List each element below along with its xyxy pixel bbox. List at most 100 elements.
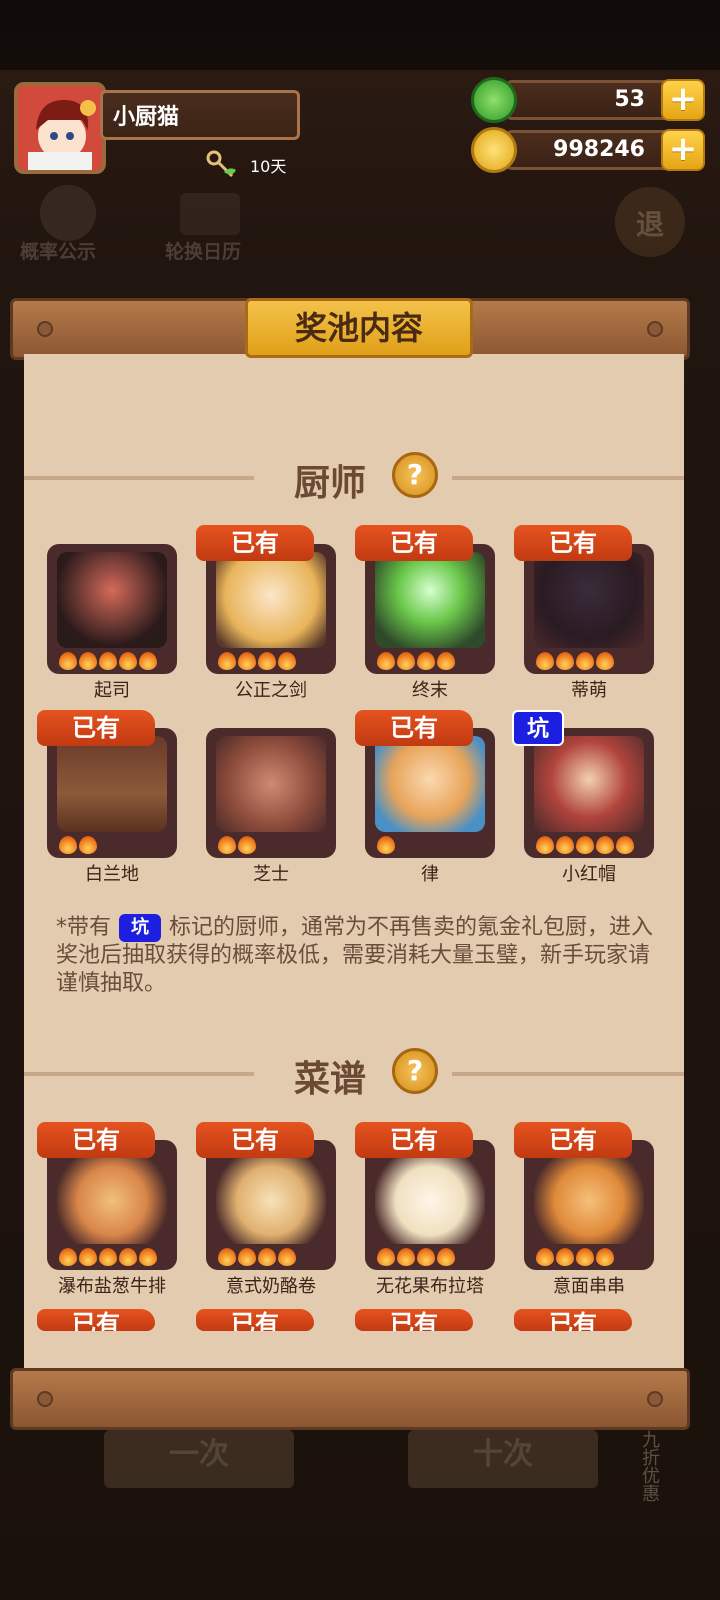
chef-name: 芝士 [253,864,289,885]
owned-badge: 已有 [514,1122,632,1158]
chef-portrait [57,736,167,832]
chef-card[interactable] [524,544,654,674]
pit-inline-badge: 坑 [119,914,162,942]
chef-name: 终末 [412,680,448,701]
rarity-flames [218,1248,296,1266]
owned-badge: 已有 [37,1122,155,1158]
chef-name: 公正之剑 [235,680,307,701]
chef-section-header: 厨师 ? [24,452,684,504]
owned-badge: 已有 [355,1309,473,1331]
recipe-image [375,1148,485,1244]
background-controls: 概率公示 轮换日历 退 [0,175,720,285]
chef-card[interactable] [206,544,336,674]
divider [24,476,254,480]
player-name: 小厨猫 [100,90,300,140]
owned-badge: 已有 [355,710,473,746]
recipe-image [57,1148,167,1244]
prize-pool-panel[interactable]: 厨师 ? 起司 已有 公正之剑 已有 终末 已有 蒂萌 已有 白兰地 芝士 已有 [24,354,684,1374]
chef-name: 小红帽 [562,864,616,885]
add-coin-button[interactable]: + [661,129,705,171]
rarity-flames [218,652,296,670]
owned-badge: 已有 [514,525,632,561]
background-draw-buttons: 一次 十次 九折优惠 [0,1430,720,1600]
recipe-name: 无花果布拉塔 [376,1276,484,1297]
coin-counter: 998246 + [471,127,705,173]
add-jade-button[interactable]: + [661,79,705,121]
chef-section-title: 厨师 [294,463,367,504]
recipe-name: 意式奶酪卷 [226,1276,316,1297]
chef-portrait [534,736,644,832]
calendar-icon [180,193,240,235]
rarity-flames [59,652,157,670]
draw-once-button: 一次 [104,1430,294,1488]
nail [647,321,663,337]
exit-label: 退 [636,208,665,241]
coin-icon [471,127,517,173]
panel-title: 奖池内容 [245,298,473,358]
chef-portrait [375,552,485,648]
draw-ten-button: 十次 [408,1430,598,1488]
chef-portrait [375,736,485,832]
probability-icon [40,185,96,241]
pit-badge: 坑 [512,710,564,746]
calendar-label: 轮换日历 [165,241,242,263]
owned-badge: 已有 [37,1309,155,1331]
scroll-bottom[interactable] [10,1368,690,1430]
coin-value: 998246 [553,137,645,162]
rarity-flames [377,1248,455,1266]
recipe-name: 意面串串 [553,1276,625,1297]
probability-label: 概率公示 [20,241,97,263]
nail [647,1391,663,1407]
jade-counter: 53 + [471,77,705,123]
rarity-flames [536,1248,614,1266]
discount-tag: 九折优惠 [639,1430,660,1502]
nail [37,321,53,337]
owned-badge: 已有 [196,525,314,561]
recipe-name: 瀑布盐葱牛排 [58,1276,166,1297]
recipe-card[interactable] [365,1140,495,1270]
owned-badge: 已有 [37,710,155,746]
chef-card[interactable] [365,544,495,674]
pit-note: *带有坑标记的厨师，通常为不再售卖的氪金礼包厨，进入奖池后抽取获得的概率极低，需… [56,914,656,998]
key-icon [206,150,236,178]
days-label: 10天 [250,157,287,176]
recipe-help-icon[interactable]: ? [392,1048,438,1094]
recipe-image [216,1148,326,1244]
recipe-section-header: 菜谱 ? [24,1048,684,1100]
rarity-flames [59,836,97,854]
note-prefix: *带有 [56,915,112,940]
chef-name: 白兰地 [85,864,139,885]
chef-card[interactable] [47,728,177,858]
rarity-flames [536,836,634,854]
chef-portrait [534,552,644,648]
login-days: 10天 [206,150,286,180]
recipe-card[interactable] [206,1140,336,1270]
recipe-card[interactable] [524,1140,654,1270]
chef-name: 蒂萌 [571,680,607,701]
owned-badge: 已有 [355,1122,473,1158]
rarity-flames [377,652,455,670]
chef-name: 起司 [94,680,130,701]
recipe-section-title: 菜谱 [294,1059,367,1100]
jade-icon [471,77,517,123]
chef-portrait [57,552,167,648]
owned-badge: 已有 [196,1122,314,1158]
chef-portrait [216,552,326,648]
divider [452,476,684,480]
rarity-flames [218,836,256,854]
nail [37,1391,53,1407]
divider [452,1072,684,1076]
chef-card[interactable] [47,544,177,674]
chef-card[interactable] [365,728,495,858]
chef-portrait [216,736,326,832]
chef-help-icon[interactable]: ? [392,452,438,498]
recipe-card[interactable] [47,1140,177,1270]
owned-badge: 已有 [196,1309,314,1331]
divider [24,1072,254,1076]
chef-card[interactable] [206,728,336,858]
rarity-flames [59,1248,157,1266]
avatar[interactable] [14,82,106,174]
rarity-flames [377,836,395,854]
chef-name: 律 [421,864,439,885]
owned-badge: 已有 [355,525,473,561]
